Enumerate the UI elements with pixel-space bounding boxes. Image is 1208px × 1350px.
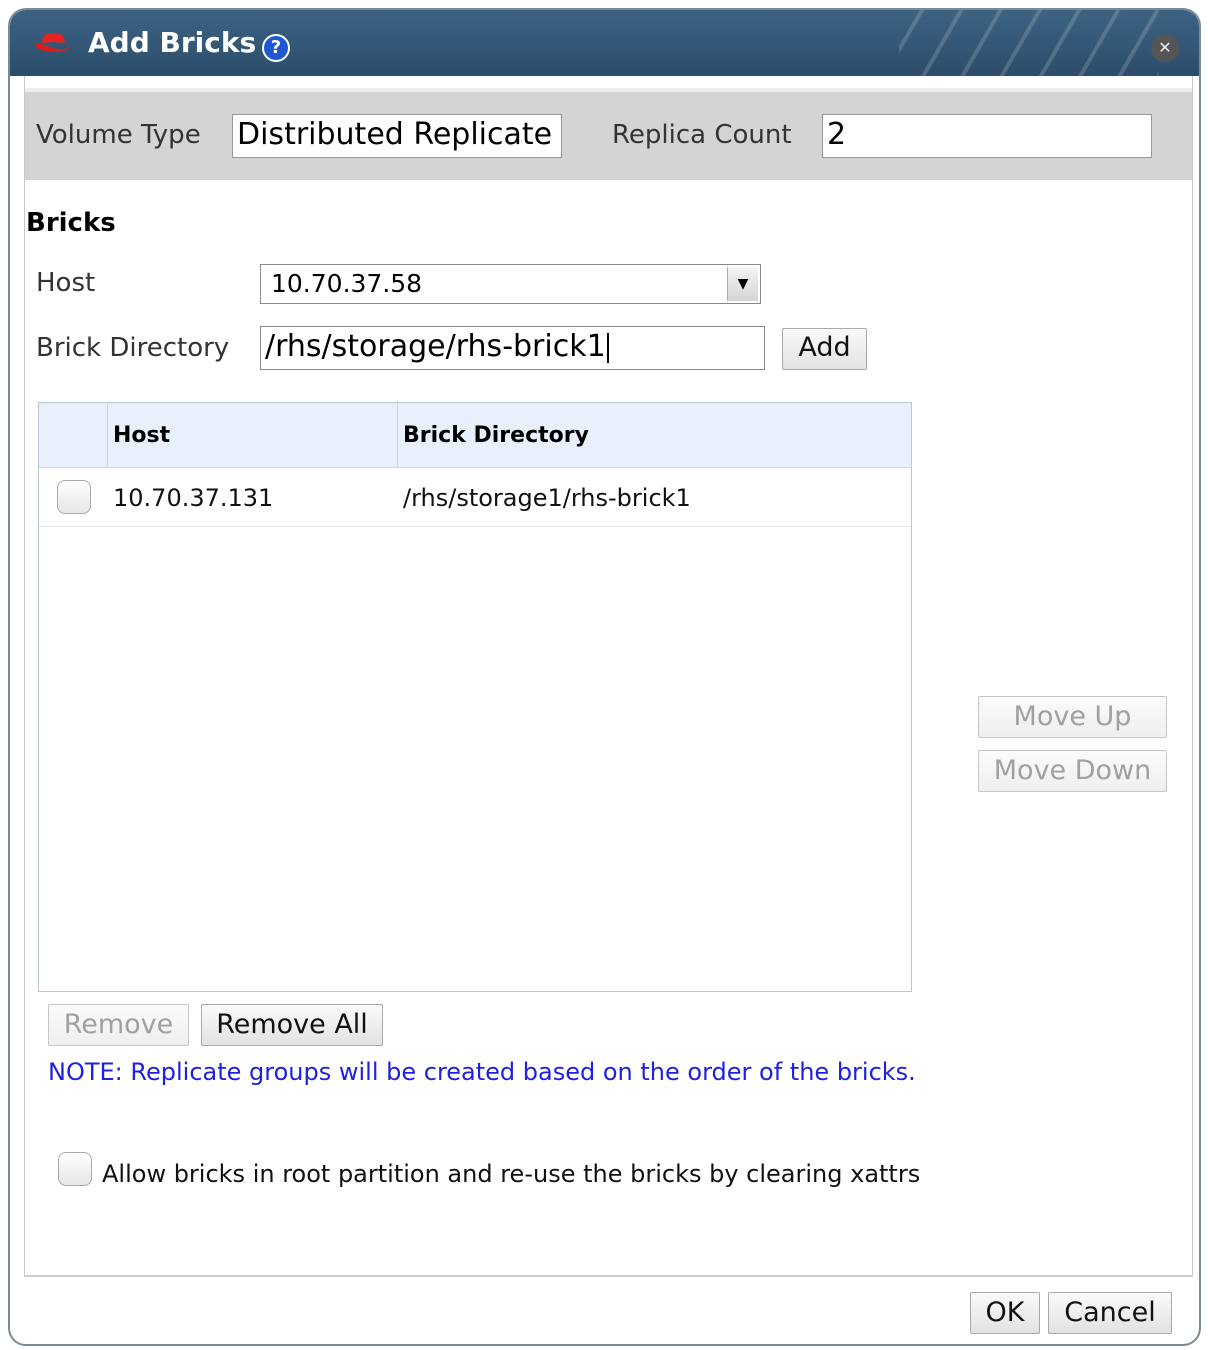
column-header-host[interactable]: Host bbox=[113, 423, 170, 448]
row-brick-directory: /rhs/storage1/rhs-brick1 bbox=[403, 484, 691, 512]
move-up-button[interactable]: Move Up bbox=[978, 696, 1167, 738]
titlebar-decoration bbox=[899, 10, 1159, 76]
replica-count-label: Replica Count bbox=[612, 120, 792, 150]
remove-all-button[interactable]: Remove All bbox=[201, 1004, 383, 1046]
close-icon[interactable]: ✕ bbox=[1151, 34, 1179, 62]
move-down-button[interactable]: Move Down bbox=[978, 750, 1167, 792]
volume-type-field: Distributed Replicate bbox=[232, 114, 562, 158]
brick-directory-value: /rhs/storage/rhs-brick1 bbox=[265, 329, 606, 364]
brick-directory-label: Brick Directory bbox=[36, 333, 230, 363]
table-row[interactable]: 10.70.37.131 /rhs/storage1/rhs-brick1 bbox=[39, 468, 911, 527]
help-icon[interactable]: ? bbox=[262, 34, 290, 62]
replica-count-field: 2 bbox=[822, 114, 1152, 158]
dialog-titlebar: Add Bricks ? ✕ bbox=[10, 10, 1199, 76]
add-bricks-dialog: Add Bricks ? ✕ Volume Type Distributed R… bbox=[8, 8, 1201, 1346]
host-label: Host bbox=[36, 268, 96, 298]
chevron-down-icon[interactable]: ▼ bbox=[727, 267, 758, 301]
row-host: 10.70.37.131 bbox=[113, 484, 274, 512]
text-cursor bbox=[606, 332, 609, 363]
allow-root-checkbox[interactable] bbox=[58, 1152, 92, 1186]
redhat-logo-icon bbox=[35, 33, 71, 52]
remove-button[interactable]: Remove bbox=[48, 1004, 189, 1046]
host-select-value: 10.70.37.58 bbox=[271, 269, 423, 298]
dialog-title: Add Bricks bbox=[88, 26, 257, 59]
bricks-section-title: Bricks bbox=[26, 208, 116, 238]
volume-type-label: Volume Type bbox=[36, 120, 201, 150]
footer-divider bbox=[24, 1276, 1193, 1277]
column-header-brick-directory[interactable]: Brick Directory bbox=[403, 423, 589, 448]
ok-button[interactable]: OK bbox=[970, 1292, 1040, 1334]
bricks-table: Host Brick Directory 10.70.37.131 /rhs/s… bbox=[38, 402, 912, 992]
column-separator bbox=[107, 403, 108, 467]
allow-root-label: Allow bricks in root partition and re-us… bbox=[102, 1160, 921, 1188]
add-button[interactable]: Add bbox=[782, 328, 867, 370]
brick-directory-input[interactable]: /rhs/storage/rhs-brick1 bbox=[260, 326, 765, 370]
column-separator bbox=[397, 403, 398, 467]
row-checkbox[interactable] bbox=[57, 480, 91, 514]
cancel-button[interactable]: Cancel bbox=[1048, 1292, 1172, 1334]
bricks-table-header: Host Brick Directory bbox=[39, 403, 911, 468]
replicate-note: NOTE: Replicate groups will be created b… bbox=[48, 1058, 916, 1086]
host-select[interactable]: 10.70.37.58 ▼ bbox=[260, 264, 761, 304]
